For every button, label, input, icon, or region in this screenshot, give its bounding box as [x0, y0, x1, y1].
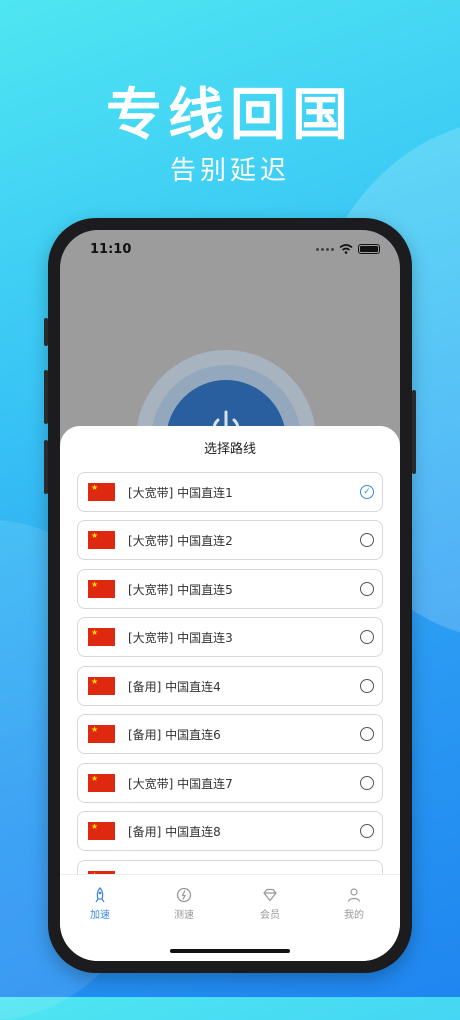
route-name: [备用] 中国直连4: [128, 680, 221, 694]
china-flag-icon: ★: [88, 580, 115, 598]
speedometer-icon: [176, 887, 192, 903]
china-flag-icon: ★: [88, 531, 115, 549]
route-item[interactable]: ★ [大宽带] 中国直连2: [77, 520, 383, 560]
route-item[interactable]: ★ [大宽带] 中国直连7: [77, 763, 383, 803]
user-icon: [347, 888, 361, 902]
route-name: [大宽带] 中国直连5: [128, 583, 233, 597]
phone-frame: 11:10 选择路线 ★ [大宽带] 中国直连1 ✓ ★ [大宽带] 中国直连2…: [44, 218, 416, 973]
phone-side-button: [44, 318, 48, 346]
phone-side-button: [44, 370, 48, 424]
route-name: [大宽带] 中国直连3: [128, 631, 233, 645]
china-flag-icon: ★: [88, 725, 115, 743]
diamond-icon: [263, 888, 277, 902]
hero-title: 专线回国: [106, 83, 354, 148]
battery-icon: [358, 244, 380, 254]
radio-icon: [360, 679, 374, 693]
radio-icon: [360, 630, 374, 644]
tab-label: 加速: [90, 910, 110, 921]
route-name: [备用] 中国直连6: [128, 728, 221, 742]
tab-speedtest[interactable]: 测速: [154, 887, 214, 921]
route-item[interactable]: ★ [大宽带] 中国直连3: [77, 617, 383, 657]
china-flag-icon: ★: [88, 628, 115, 646]
rocket-icon: [95, 887, 105, 903]
tab-profile[interactable]: 我的: [324, 887, 384, 921]
wifi-icon: [339, 244, 353, 254]
route-item[interactable]: ★ [备用] 中国直连6: [77, 714, 383, 754]
china-flag-icon: ★: [88, 822, 115, 840]
selected-check-icon: ✓: [360, 485, 374, 499]
route-name: [大宽带] 中国直连2: [128, 534, 233, 548]
radio-icon: [360, 533, 374, 547]
tab-accelerate[interactable]: 加速: [70, 887, 130, 921]
radio-icon: [360, 824, 374, 838]
status-time: 11:10: [90, 242, 132, 257]
route-item[interactable]: ★ [备用] 中国直连4: [77, 666, 383, 706]
route-item[interactable]: ★ [大宽带] 中国直连5: [77, 569, 383, 609]
route-selector-sheet: 选择路线 ★ [大宽带] 中国直连1 ✓ ★ [大宽带] 中国直连2 ★ [大宽…: [60, 426, 400, 961]
route-name: [大宽带] 中国直连7: [128, 777, 233, 791]
hero-subtitle: 告别延迟: [169, 156, 290, 186]
route-item[interactable]: ★ [大宽带] 中国直连1 ✓: [77, 472, 383, 512]
sheet-title: 选择路线: [203, 442, 256, 457]
tab-label: 会员: [260, 910, 280, 921]
phone-screen: 11:10 选择路线 ★ [大宽带] 中国直连1 ✓ ★ [大宽带] 中国直连2…: [60, 230, 400, 961]
radio-icon: [360, 727, 374, 741]
radio-icon: [360, 582, 374, 596]
route-name: [备用] 中国直连8: [128, 825, 221, 839]
home-indicator: [170, 949, 290, 953]
tab-label: 我的: [344, 910, 364, 921]
tab-label: 测速: [174, 910, 194, 921]
phone-side-button: [44, 440, 48, 494]
status-icons: [316, 244, 380, 254]
route-name: [大宽带] 中国直连1: [128, 486, 233, 500]
tab-membership[interactable]: 会员: [240, 887, 300, 921]
route-item[interactable]: ★ [备用] 中国直连8: [77, 811, 383, 851]
china-flag-icon: ★: [88, 774, 115, 792]
china-flag-icon: ★: [88, 483, 115, 501]
tab-bar: 加速 测速 会员 我的: [60, 874, 400, 961]
china-flag-icon: ★: [88, 677, 115, 695]
signal-icon: [316, 247, 334, 251]
phone-side-button: [412, 390, 416, 474]
radio-icon: [360, 776, 374, 790]
status-bar: 11:10: [60, 230, 400, 270]
